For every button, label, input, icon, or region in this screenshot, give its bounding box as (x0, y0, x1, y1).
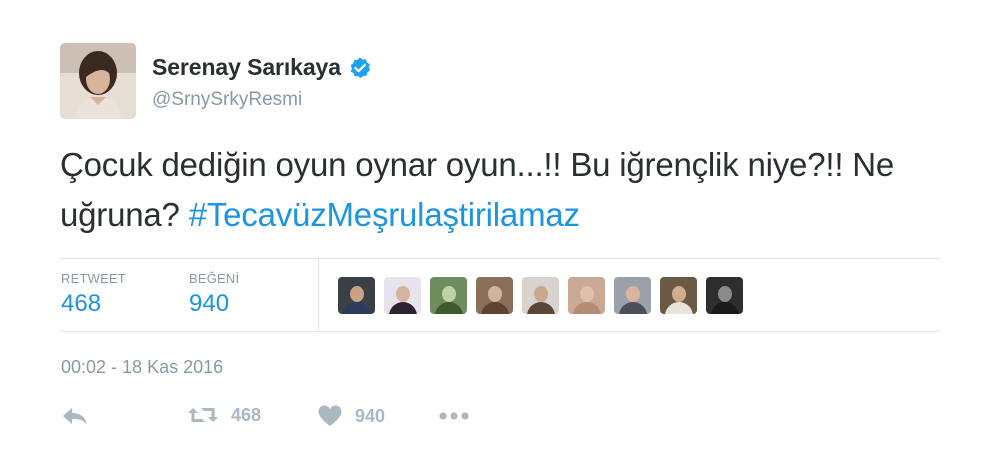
liker-avatar[interactable] (568, 277, 605, 314)
reply-icon (61, 404, 89, 428)
author-name-row[interactable]: Serenay Sarıkaya (152, 54, 372, 81)
author-display-name[interactable]: Serenay Sarıkaya (152, 54, 341, 81)
more-button[interactable] (437, 404, 471, 428)
liker-avatar-shoulders (435, 302, 463, 314)
stats-bottom-divider (60, 331, 940, 332)
like-stat-label: BEĞENİ (189, 271, 240, 286)
liker-avatar-head (534, 286, 548, 302)
liker-avatar-shoulders (389, 302, 417, 314)
liker-avatar-head (672, 286, 686, 302)
liker-avatar-shoulders (619, 302, 647, 314)
liker-avatar-head (396, 286, 410, 302)
liker-avatar-head (718, 286, 732, 302)
liker-avatar-shoulders (665, 302, 693, 314)
like-stat-value: 940 (189, 290, 230, 317)
stats-top-divider (60, 258, 940, 259)
reply-button[interactable] (61, 404, 89, 428)
retweet-icon (187, 404, 219, 426)
liker-avatar-shoulders (481, 302, 509, 314)
liker-avatar-shoulders (573, 302, 601, 314)
liker-avatar-head (488, 286, 502, 302)
liker-avatar[interactable] (384, 277, 421, 314)
liker-avatar-shoulders (527, 302, 555, 314)
retweet-button[interactable]: 468 (187, 404, 261, 426)
liker-avatar-head (580, 286, 594, 302)
like-stat[interactable]: BEĞENİ 940 (189, 271, 239, 318)
liker-avatar-shoulders (711, 302, 739, 314)
liker-avatar[interactable] (476, 277, 513, 314)
liker-avatar[interactable] (706, 277, 743, 314)
like-button[interactable]: 940 (317, 404, 385, 428)
author-handle[interactable]: @SrnySrkyResmi (152, 89, 302, 111)
verified-badge-icon (348, 56, 372, 80)
liker-avatar[interactable] (522, 277, 559, 314)
tweet-hashtag-link[interactable]: #TecavüzMeşrulaştirilamaz (189, 196, 580, 233)
retweet-stat-value: 468 (61, 290, 102, 317)
heart-icon (317, 404, 343, 428)
liker-avatar[interactable] (614, 277, 651, 314)
liker-avatar-shoulders (343, 302, 371, 314)
liker-avatar[interactable] (660, 277, 697, 314)
profile-photo-icon (60, 43, 136, 119)
liker-avatars (338, 277, 743, 314)
liker-avatar-head (442, 286, 456, 302)
like-count: 940 (355, 405, 386, 426)
retweet-count: 468 (231, 404, 262, 425)
retweet-stat[interactable]: RETWEET 468 (61, 271, 126, 318)
liker-avatar-head (626, 286, 640, 302)
liker-avatar[interactable] (338, 277, 375, 314)
retweet-stat-label: RETWEET (61, 271, 126, 286)
stats-separator (318, 258, 319, 332)
liker-avatar-head (350, 286, 364, 302)
more-dots-icon (437, 404, 471, 428)
author-avatar[interactable] (60, 43, 136, 119)
tweet-text: Çocuk dediğin oyun oynar oyun...!! Bu iğ… (60, 140, 960, 240)
liker-avatar[interactable] (430, 277, 467, 314)
tweet-timestamp[interactable]: 00:02 - 18 Kas 2016 (61, 357, 223, 378)
